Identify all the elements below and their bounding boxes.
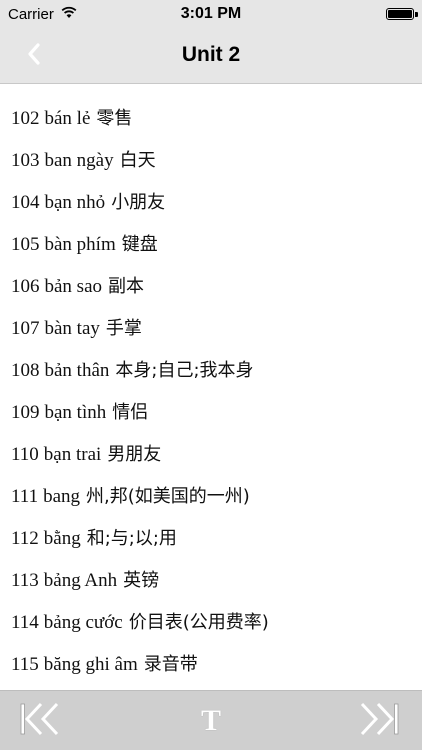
chinese-translation: 英镑 — [123, 570, 160, 591]
word-number: 101 — [11, 84, 40, 87]
chinese-translation: 本身;自己;我本身 — [115, 360, 254, 381]
list-item[interactable]: 108 bản thân 本身;自己;我本身 — [0, 350, 422, 392]
list-item[interactable]: 103 ban ngày 白天 — [0, 140, 422, 182]
vietnamese-word: ban ngày — [44, 150, 114, 171]
word-number: 108 — [11, 360, 40, 381]
screen: Carrier 3:01 PM Unit 2 100bản — [0, 0, 422, 750]
chinese-translation: 州,邦(如美国的一州) — [86, 486, 250, 507]
chinese-translation: 手掌 — [105, 318, 142, 339]
vietnamese-word: bản sao — [44, 276, 103, 297]
word-list[interactable]: 100bản dịch译本101bản kê khai登记表102bán lẻ零… — [0, 84, 422, 690]
text-icon: T — [200, 704, 221, 737]
list-item[interactable]: 101 bản kê khai 登记表 — [0, 84, 422, 98]
vietnamese-word: bang — [43, 486, 81, 507]
list-item[interactable]: 106 bản sao 副本 — [0, 266, 422, 308]
word-number: 113 — [11, 570, 39, 591]
list-item[interactable]: 113 bảng Anh 英镑 — [0, 560, 422, 602]
word-number: 105 — [11, 234, 40, 255]
word-number: 114 — [11, 612, 39, 633]
word-number: 112 — [11, 528, 39, 549]
vietnamese-word: bảng cước — [43, 612, 123, 633]
word-number: 102 — [11, 108, 40, 129]
chinese-translation: 键盘 — [121, 234, 158, 255]
nav-bar: Unit 2 — [0, 28, 422, 84]
skip-next-icon — [358, 701, 400, 742]
list-item[interactable]: 114 bảng cước 价目表(公用费率) — [0, 602, 422, 644]
vietnamese-word: bàn phím — [44, 234, 116, 255]
list-item[interactable]: 105 bàn phím 键盘 — [0, 224, 422, 266]
page-title: Unit 2 — [181, 43, 241, 66]
vietnamese-word: bản thân — [44, 360, 110, 381]
chinese-translation: 男朋友 — [107, 444, 162, 465]
vietnamese-word: băng ghi âm — [43, 654, 138, 675]
word-number: 109 — [11, 402, 40, 423]
vietnamese-word: bản kê khai — [45, 84, 133, 87]
chinese-translation: 情侣 — [112, 402, 149, 423]
word-number: 107 — [11, 318, 40, 339]
list-item[interactable]: 107 bàn tay 手掌 — [0, 308, 422, 350]
vietnamese-word: bạn tình — [44, 402, 107, 423]
word-number: 106 — [11, 276, 40, 297]
vietnamese-word: bán lẻ — [44, 108, 91, 129]
battery-fill — [388, 10, 412, 18]
word-number: 111 — [11, 486, 39, 507]
chinese-translation: 零售 — [96, 108, 133, 129]
list-item[interactable]: 109 bạn tình 情侣 — [0, 392, 422, 434]
chinese-translation: 登记表 — [138, 84, 192, 87]
chinese-translation: 副本 — [108, 276, 145, 297]
vietnamese-word: bạn nhỏ — [44, 192, 106, 213]
chinese-translation: 录音带 — [143, 654, 198, 675]
previous-button[interactable] — [19, 701, 61, 741]
status-time: 3:01 PM — [180, 5, 242, 22]
vietnamese-word: bàn tay — [44, 318, 100, 339]
chinese-translation: 白天 — [119, 150, 156, 171]
list-item[interactable]: 112 bằng 和;与;以;用 — [0, 518, 422, 560]
list-item[interactable]: 102 bán lẻ 零售 — [0, 98, 422, 140]
bottom-toolbar: T — [0, 690, 422, 750]
battery-tip — [415, 12, 418, 17]
word-list-content: 100bản dịch译本101bản kê khai登记表102bán lẻ零… — [0, 84, 422, 686]
list-item[interactable]: 104 bạn nhỏ 小朋友 — [0, 182, 422, 224]
vietnamese-word: bằng — [43, 528, 81, 549]
word-number: 103 — [11, 150, 40, 171]
word-number: 104 — [11, 192, 40, 213]
skip-previous-icon — [19, 701, 61, 742]
next-button[interactable] — [358, 701, 400, 741]
status-bar: Carrier 3:01 PM — [0, 0, 422, 28]
list-item[interactable]: 110 bạn trai 男朋友 — [0, 434, 422, 476]
list-item[interactable]: 111 bang 州,邦(如美国的一州) — [0, 476, 422, 518]
vietnamese-word: bảng Anh — [43, 570, 118, 591]
word-number: 110 — [11, 444, 39, 465]
chinese-translation: 小朋友 — [111, 192, 166, 213]
list-item[interactable]: 115 băng ghi âm 录音带 — [0, 644, 422, 686]
vietnamese-word: bạn trai — [43, 444, 102, 465]
battery-icon — [386, 8, 414, 20]
chinese-translation: 和;与;以;用 — [86, 528, 177, 549]
word-number: 115 — [11, 654, 39, 675]
text-size-button[interactable]: T — [190, 701, 232, 741]
chinese-translation: 价目表(公用费率) — [128, 612, 269, 633]
